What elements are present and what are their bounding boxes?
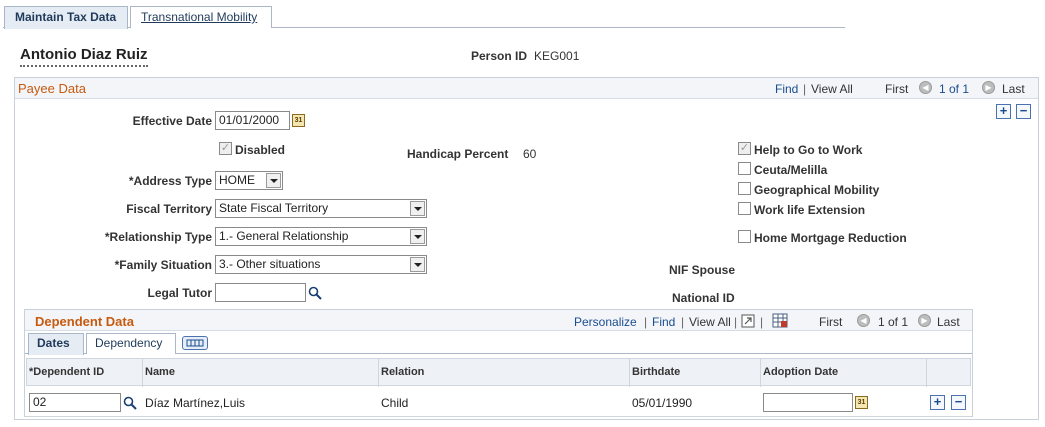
effective-date-label: Effective Date (132, 114, 212, 128)
chevron-down-icon[interactable] (410, 229, 425, 244)
column-header-adoption-date[interactable]: Adoption Date (763, 366, 838, 378)
separator: | (644, 315, 648, 329)
subtab-label: Dates (37, 336, 70, 350)
payee-find-link[interactable]: Find (775, 82, 798, 96)
ceuta-melilla-checkbox[interactable] (738, 162, 751, 175)
disabled-checkbox[interactable]: ✓ (219, 142, 232, 155)
payee-view-all-link[interactable]: View All (811, 82, 853, 96)
tab-label: Maintain Tax Data (15, 10, 117, 24)
relationship-type-value: 1.- General Relationship (219, 229, 349, 243)
help-to-go-to-work-label: Help to Go to Work (754, 143, 863, 157)
add-row-plus-icon[interactable]: + (996, 104, 1011, 119)
home-mortgage-reduction-checkbox[interactable] (738, 230, 751, 243)
separator: | (734, 315, 738, 329)
separator: | (803, 82, 807, 96)
column-header-name[interactable]: Name (145, 366, 175, 378)
ceuta-melilla-label: Ceuta/Melilla (754, 163, 828, 177)
home-mortgage-reduction-label: Home Mortgage Reduction (754, 231, 907, 245)
subtab-dates[interactable]: Dates (28, 333, 84, 355)
dependent-last-label: Last (937, 315, 960, 329)
relationship-type-label: *Relationship Type (104, 230, 212, 244)
legal-tutor-input[interactable] (215, 283, 306, 302)
fiscal-territory-select[interactable]: State Fiscal Territory (215, 199, 427, 218)
grid-columns-icon (186, 339, 204, 347)
dependent-count: 1 of 1 (878, 315, 909, 329)
geographical-mobility-checkbox[interactable] (738, 182, 751, 195)
person-name: Antonio Diaz Ruiz (20, 46, 148, 67)
person-id-label: Person ID (471, 49, 528, 63)
separator: | (760, 315, 764, 329)
address-type-select[interactable]: HOME (215, 171, 283, 190)
previous-arrow-icon[interactable]: ◀ (857, 314, 870, 327)
magnifier-icon[interactable] (123, 396, 137, 410)
tab-transnational-mobility[interactable]: Transnational Mobility (130, 6, 272, 28)
address-type-label: *Address Type (128, 174, 212, 188)
dependent-name-value: Díaz Martínez,Luis (145, 396, 246, 410)
payee-count: 1 of 1 (939, 82, 970, 96)
dependent-relation-value: Child (381, 396, 409, 410)
column-header-birthdate[interactable]: Birthdate (632, 366, 680, 378)
delete-row-minus-icon[interactable]: − (1016, 104, 1031, 119)
dependent-find-link[interactable]: Find (652, 315, 675, 329)
previous-arrow-icon[interactable]: ◀ (919, 81, 932, 94)
chevron-down-icon[interactable] (410, 257, 425, 272)
family-situation-value: 3.- Other situations (219, 257, 321, 271)
fiscal-territory-value: State Fiscal Territory (219, 201, 329, 215)
payee-data-title: Payee Data (18, 81, 86, 96)
work-life-extension-checkbox[interactable] (738, 202, 751, 215)
column-header-relation[interactable]: Relation (381, 366, 424, 378)
handicap-percent-value: 60 (523, 147, 537, 161)
handicap-percent-label: Handicap Percent (407, 147, 509, 161)
calendar-icon[interactable]: 31 (292, 114, 305, 127)
calendar-icon[interactable]: 31 (855, 396, 868, 409)
separator: | (681, 315, 685, 329)
zoom-grid-icon[interactable] (741, 314, 755, 328)
dependent-data-title: Dependent Data (35, 314, 134, 329)
geographical-mobility-label: Geographical Mobility (754, 183, 880, 197)
effective-date-input[interactable]: 01/01/2000 (215, 111, 290, 130)
magnifier-icon[interactable] (308, 286, 322, 300)
personalize-link[interactable]: Personalize (574, 315, 637, 329)
add-dependent-plus-icon[interactable]: + (930, 395, 945, 410)
dependent-first-label: First (819, 315, 843, 329)
address-type-value: HOME (219, 173, 255, 187)
chevron-down-icon[interactable] (266, 173, 281, 188)
subtab-dependency[interactable]: Dependency (86, 333, 176, 354)
work-life-extension-label: Work life Extension (754, 203, 866, 217)
help-to-go-to-work-checkbox[interactable]: ✓ (738, 142, 751, 155)
adoption-date-input[interactable] (763, 393, 853, 412)
family-situation-select[interactable]: 3.- Other situations (215, 255, 427, 274)
download-excel-icon[interactable] (772, 313, 788, 328)
subtab-label: Dependency (95, 336, 163, 350)
delete-dependent-minus-icon[interactable]: − (951, 395, 966, 410)
column-header-dependent-id[interactable]: *Dependent ID (29, 366, 104, 378)
dependent-view-all-link[interactable]: View All (689, 315, 731, 329)
chevron-down-icon[interactable] (410, 201, 425, 216)
dependent-id-input[interactable]: 02 (29, 393, 121, 412)
show-all-columns-icon[interactable] (182, 336, 208, 350)
payee-first-label: First (885, 82, 909, 96)
payee-last-label: Last (1002, 82, 1025, 96)
national-id-label: National ID (672, 291, 735, 305)
family-situation-label: *Family Situation (114, 258, 212, 272)
next-arrow-icon[interactable]: ▶ (918, 314, 931, 327)
disabled-label: Disabled (235, 143, 286, 157)
legal-tutor-label: Legal Tutor (147, 286, 212, 300)
fiscal-territory-label: Fiscal Territory (126, 202, 212, 216)
dependent-birthdate-value: 05/01/1990 (632, 396, 693, 410)
relationship-type-select[interactable]: 1.- General Relationship (215, 227, 427, 246)
person-id-value: KEG001 (534, 49, 580, 63)
nif-spouse-label: NIF Spouse (669, 263, 736, 277)
tab-maintain-tax-data[interactable]: Maintain Tax Data (4, 6, 128, 29)
next-arrow-icon[interactable]: ▶ (982, 81, 995, 94)
tab-label: Transnational Mobility (141, 10, 258, 24)
